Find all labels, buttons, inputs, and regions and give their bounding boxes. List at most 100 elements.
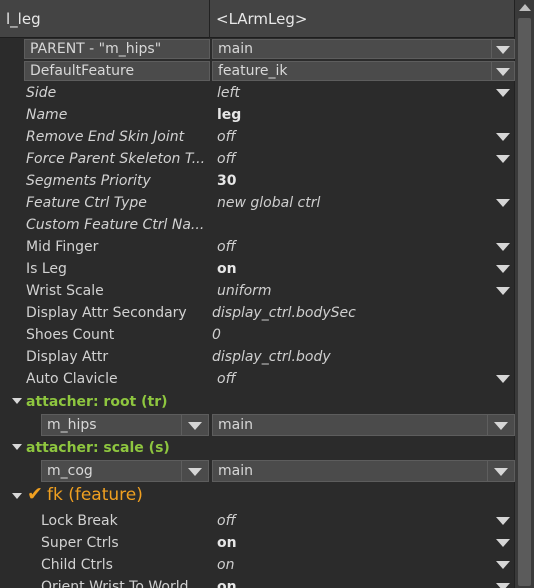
property-value-name[interactable]: leg	[217, 107, 487, 123]
property-label-remove-end-skin-joint: Remove End Skin Joint	[26, 129, 185, 145]
property-label-shoes-count: Shoes Count	[26, 327, 115, 343]
chevron-down-icon[interactable]	[494, 422, 508, 430]
chevron-down-icon[interactable]	[496, 539, 510, 547]
property-value-shoes-count[interactable]: 0	[212, 327, 482, 343]
dropdown-separator	[491, 62, 492, 80]
dropdown-separator	[491, 40, 492, 58]
property-value-lock-break[interactable]: off	[217, 513, 487, 529]
chevron-down-icon[interactable]	[496, 517, 510, 525]
property-row-lock-break: Lock Break off	[0, 510, 514, 532]
feature-header-fk[interactable]: ✔ fk (feature)	[0, 482, 514, 510]
property-row-super-ctrls: Super Ctrls on	[0, 532, 514, 554]
property-value-display-attr[interactable]: display_ctrl.body	[212, 349, 482, 365]
feature-title: fk (feature)	[47, 485, 143, 505]
property-label-custom-feature-ctrl-na: Custom Feature Ctrl Na...	[26, 217, 205, 233]
property-label-display-attr: Display Attr	[26, 349, 109, 365]
chevron-down-icon[interactable]	[496, 243, 510, 251]
property-row-side: Side left	[0, 82, 514, 104]
attacher-target-value: m_cog	[47, 463, 93, 479]
node-header: l_leg <LArmLeg>	[0, 0, 514, 38]
property-value-text: feature_ik	[218, 63, 288, 79]
property-value-display-attr-secondary[interactable]: display_ctrl.bodySec	[212, 305, 482, 321]
property-value-segments-priority[interactable]: 30	[217, 173, 487, 189]
chevron-down-icon[interactable]	[188, 422, 202, 430]
property-value-child-ctrls[interactable]: on	[217, 557, 487, 573]
property-value-mid-finger[interactable]: off	[217, 239, 487, 255]
attacher-space-value: main	[218, 463, 253, 479]
property-row-mid-finger: Mid Finger off	[0, 236, 514, 258]
dropdown-separator	[181, 461, 182, 481]
property-value-auto-clavicle[interactable]: off	[217, 371, 487, 387]
property-row-display-attr: Display Attr display_ctrl.body	[0, 346, 514, 368]
property-row-defaultfeature: DefaultFeature feature_ik	[0, 60, 515, 82]
chevron-down-icon[interactable]	[496, 287, 510, 295]
property-label-child-ctrls: Child Ctrls	[41, 557, 113, 573]
property-value-orient-wrist-to-world[interactable]: on	[217, 579, 487, 588]
property-label-display-attr-secondary: Display Attr Secondary	[26, 305, 187, 321]
chevron-down-icon[interactable]	[496, 89, 510, 97]
property-row-parent-m-hips: PARENT - "m_hips" main	[0, 38, 515, 60]
attacher-target-value: m_hips	[47, 417, 97, 433]
attacher-target-dropdown[interactable]: m_hips	[41, 414, 209, 436]
collapse-triangle-icon[interactable]	[12, 398, 22, 404]
property-row-feature-ctrl-type: Feature Ctrl Type new global ctrl	[0, 192, 514, 214]
collapse-triangle-icon[interactable]	[12, 493, 22, 499]
chevron-down-icon[interactable]	[496, 199, 510, 207]
property-value-force-parent-skeleton-t[interactable]: off	[217, 151, 487, 167]
property-row-custom-feature-ctrl-na: Custom Feature Ctrl Na...	[0, 214, 514, 236]
chevron-down-icon[interactable]	[496, 46, 510, 54]
scroll-thumb[interactable]	[518, 18, 531, 586]
chevron-down-icon[interactable]	[496, 561, 510, 569]
chevron-down-icon[interactable]	[188, 468, 202, 476]
property-value-feature-ctrl-type[interactable]: new global ctrl	[217, 195, 487, 211]
property-label-lock-break: Lock Break	[41, 513, 118, 529]
property-value-is-leg[interactable]: on	[217, 261, 487, 277]
attacher-target-dropdown[interactable]: m_cog	[41, 460, 209, 482]
chevron-down-icon[interactable]	[496, 133, 510, 141]
chevron-down-icon[interactable]	[496, 68, 510, 76]
property-value-remove-end-skin-joint[interactable]: off	[217, 129, 487, 145]
property-row-display-attr-secondary: Display Attr Secondary display_ctrl.bodyS…	[0, 302, 514, 324]
property-row-shoes-count: Shoes Count 0	[0, 324, 514, 346]
section-header-root[interactable]: attacher: root (tr)	[0, 390, 514, 413]
chevron-down-icon[interactable]	[496, 155, 510, 163]
property-label-wrist-scale: Wrist Scale	[26, 283, 104, 299]
chevron-down-icon[interactable]	[496, 375, 510, 383]
property-value-super-ctrls[interactable]: on	[217, 535, 487, 551]
property-label-text: PARENT - "m_hips"	[30, 41, 162, 57]
attacher-space-value: main	[218, 417, 253, 433]
property-row-segments-priority: Segments Priority 30	[0, 170, 514, 192]
property-label-force-parent-skeleton-t: Force Parent Skeleton T...	[26, 151, 206, 167]
node-name[interactable]: l_leg	[0, 0, 210, 38]
property-label-feature-ctrl-type: Feature Ctrl Type	[26, 195, 147, 211]
chevron-down-icon[interactable]	[496, 583, 510, 588]
attacher-space-dropdown[interactable]: main	[212, 460, 515, 482]
chevron-down-icon[interactable]	[494, 468, 508, 476]
property-value-wrist-scale[interactable]: uniform	[217, 283, 487, 299]
collapse-triangle-icon[interactable]	[12, 444, 22, 450]
property-label-text: DefaultFeature	[30, 63, 135, 79]
dropdown-separator	[487, 415, 488, 435]
property-label-mid-finger: Mid Finger	[26, 239, 99, 255]
property-dropdown-parent-m-hips[interactable]: main	[212, 39, 515, 59]
property-label-auto-clavicle: Auto Clavicle	[26, 371, 118, 387]
section-header-scale[interactable]: attacher: scale (s)	[0, 436, 514, 459]
property-label-parent-m-hips: PARENT - "m_hips"	[24, 39, 210, 59]
dropdown-separator	[181, 415, 182, 435]
checkmark-icon[interactable]: ✔	[27, 483, 43, 505]
property-label-super-ctrls: Super Ctrls	[41, 535, 119, 551]
scroll-up-arrow-icon[interactable]	[519, 4, 531, 11]
property-label-orient-wrist-to-world: Orient Wrist To World	[41, 579, 189, 588]
section-title-scale: attacher: scale (s)	[26, 439, 170, 456]
vertical-scrollbar[interactable]	[514, 0, 534, 588]
property-value-side[interactable]: left	[217, 85, 487, 101]
property-dropdown-defaultfeature[interactable]: feature_ik	[212, 61, 515, 81]
attacher-space-dropdown[interactable]: main	[212, 414, 515, 436]
attacher-row-root: m_hips main	[0, 413, 515, 436]
dropdown-separator	[487, 461, 488, 481]
chevron-down-icon[interactable]	[496, 265, 510, 273]
node-type: <LArmLeg>	[216, 10, 308, 28]
property-list: PARENT - "m_hips" main DefaultFeature featu…	[0, 38, 515, 588]
property-row-auto-clavicle: Auto Clavicle off	[0, 368, 514, 390]
property-row-child-ctrls: Child Ctrls on	[0, 554, 514, 576]
